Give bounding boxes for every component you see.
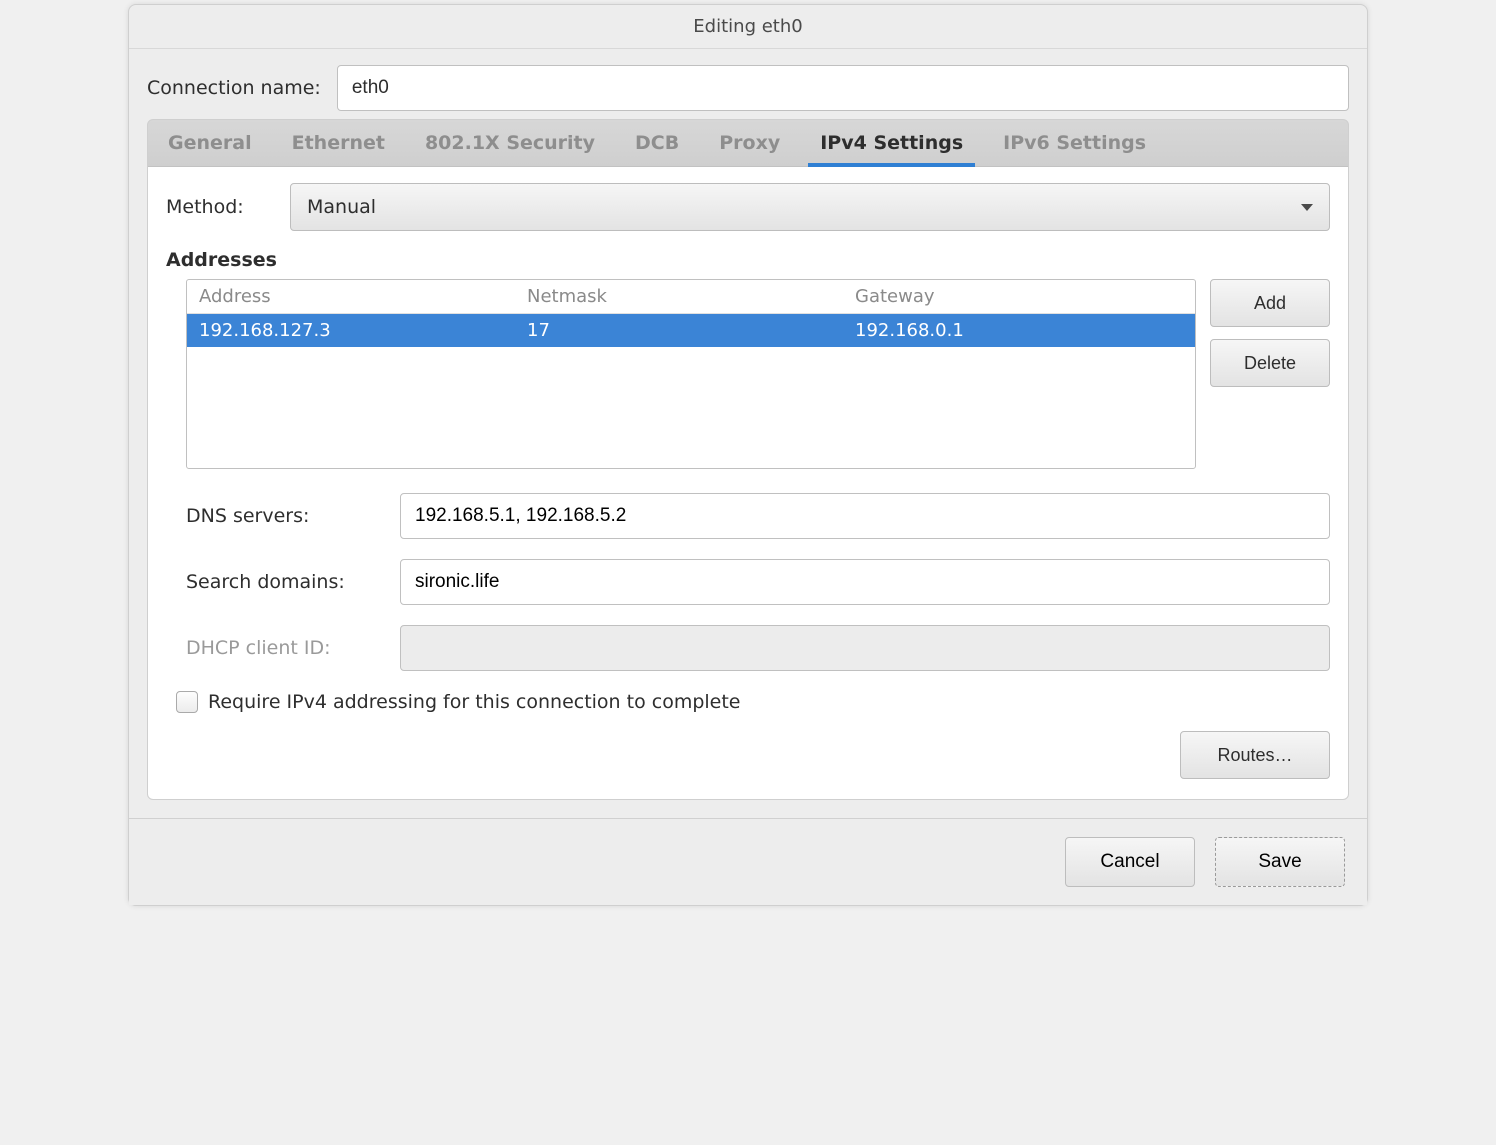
col-address: Address — [199, 286, 527, 307]
editing-connection-dialog: Editing eth0 Connection name: General Et… — [128, 4, 1368, 906]
dns-row: DNS servers: — [186, 493, 1330, 539]
dialog-action-bar: Cancel Save — [129, 818, 1367, 905]
tab-ipv4-settings[interactable]: IPv4 Settings — [800, 120, 983, 166]
addresses-area: Address Netmask Gateway 192.168.127.3 17… — [166, 279, 1330, 469]
dhcp-client-id-input — [400, 625, 1330, 671]
dhcp-client-id-row: DHCP client ID: — [186, 625, 1330, 671]
routes-row: Routes… — [166, 731, 1330, 779]
tab-dcb[interactable]: DCB — [615, 120, 699, 166]
col-netmask: Netmask — [527, 286, 855, 307]
routes-button[interactable]: Routes… — [1180, 731, 1330, 779]
search-domains-label: Search domains: — [186, 571, 386, 593]
add-button[interactable]: Add — [1210, 279, 1330, 327]
tab-ethernet[interactable]: Ethernet — [272, 120, 405, 166]
dns-label: DNS servers: — [186, 505, 386, 527]
dhcp-client-id-label: DHCP client ID: — [186, 637, 386, 659]
table-row[interactable]: 192.168.127.3 17 192.168.0.1 — [187, 314, 1195, 347]
search-domains-row: Search domains: — [186, 559, 1330, 605]
require-ipv4-checkbox[interactable] — [176, 691, 198, 713]
window-title: Editing eth0 — [129, 5, 1367, 49]
cell-address: 192.168.127.3 — [199, 320, 527, 341]
tab-ipv6-settings[interactable]: IPv6 Settings — [983, 120, 1166, 166]
require-ipv4-row: Require IPv4 addressing for this connect… — [166, 691, 1330, 713]
method-value: Manual — [307, 196, 376, 218]
connection-name-input[interactable] — [337, 65, 1349, 111]
method-label: Method: — [166, 196, 276, 218]
connection-name-row: Connection name: — [129, 49, 1367, 119]
delete-button[interactable]: Delete — [1210, 339, 1330, 387]
tab-notebook: General Ethernet 802.1X Security DCB Pro… — [147, 119, 1349, 800]
tab-general[interactable]: General — [148, 120, 272, 166]
tab-bar: General Ethernet 802.1X Security DCB Pro… — [148, 120, 1348, 167]
require-ipv4-label: Require IPv4 addressing for this connect… — [208, 691, 741, 713]
search-domains-input[interactable] — [400, 559, 1330, 605]
tab-proxy[interactable]: Proxy — [699, 120, 800, 166]
col-gateway: Gateway — [855, 286, 1183, 307]
address-buttons: Add Delete — [1210, 279, 1330, 387]
addresses-table[interactable]: Address Netmask Gateway 192.168.127.3 17… — [186, 279, 1196, 469]
cell-netmask: 17 — [527, 320, 855, 341]
save-button[interactable]: Save — [1215, 837, 1345, 887]
dns-servers-input[interactable] — [400, 493, 1330, 539]
cancel-button[interactable]: Cancel — [1065, 837, 1195, 887]
method-row: Method: Manual — [166, 183, 1330, 231]
method-select[interactable]: Manual — [290, 183, 1330, 231]
tab-8021x-security[interactable]: 802.1X Security — [405, 120, 615, 166]
chevron-down-icon — [1301, 204, 1313, 211]
connection-name-label: Connection name: — [147, 77, 321, 99]
addresses-heading: Addresses — [166, 249, 1330, 271]
table-header: Address Netmask Gateway — [187, 280, 1195, 314]
cell-gateway: 192.168.0.1 — [855, 320, 1183, 341]
ipv4-settings-panel: Method: Manual Addresses Address Netmask… — [148, 167, 1348, 799]
